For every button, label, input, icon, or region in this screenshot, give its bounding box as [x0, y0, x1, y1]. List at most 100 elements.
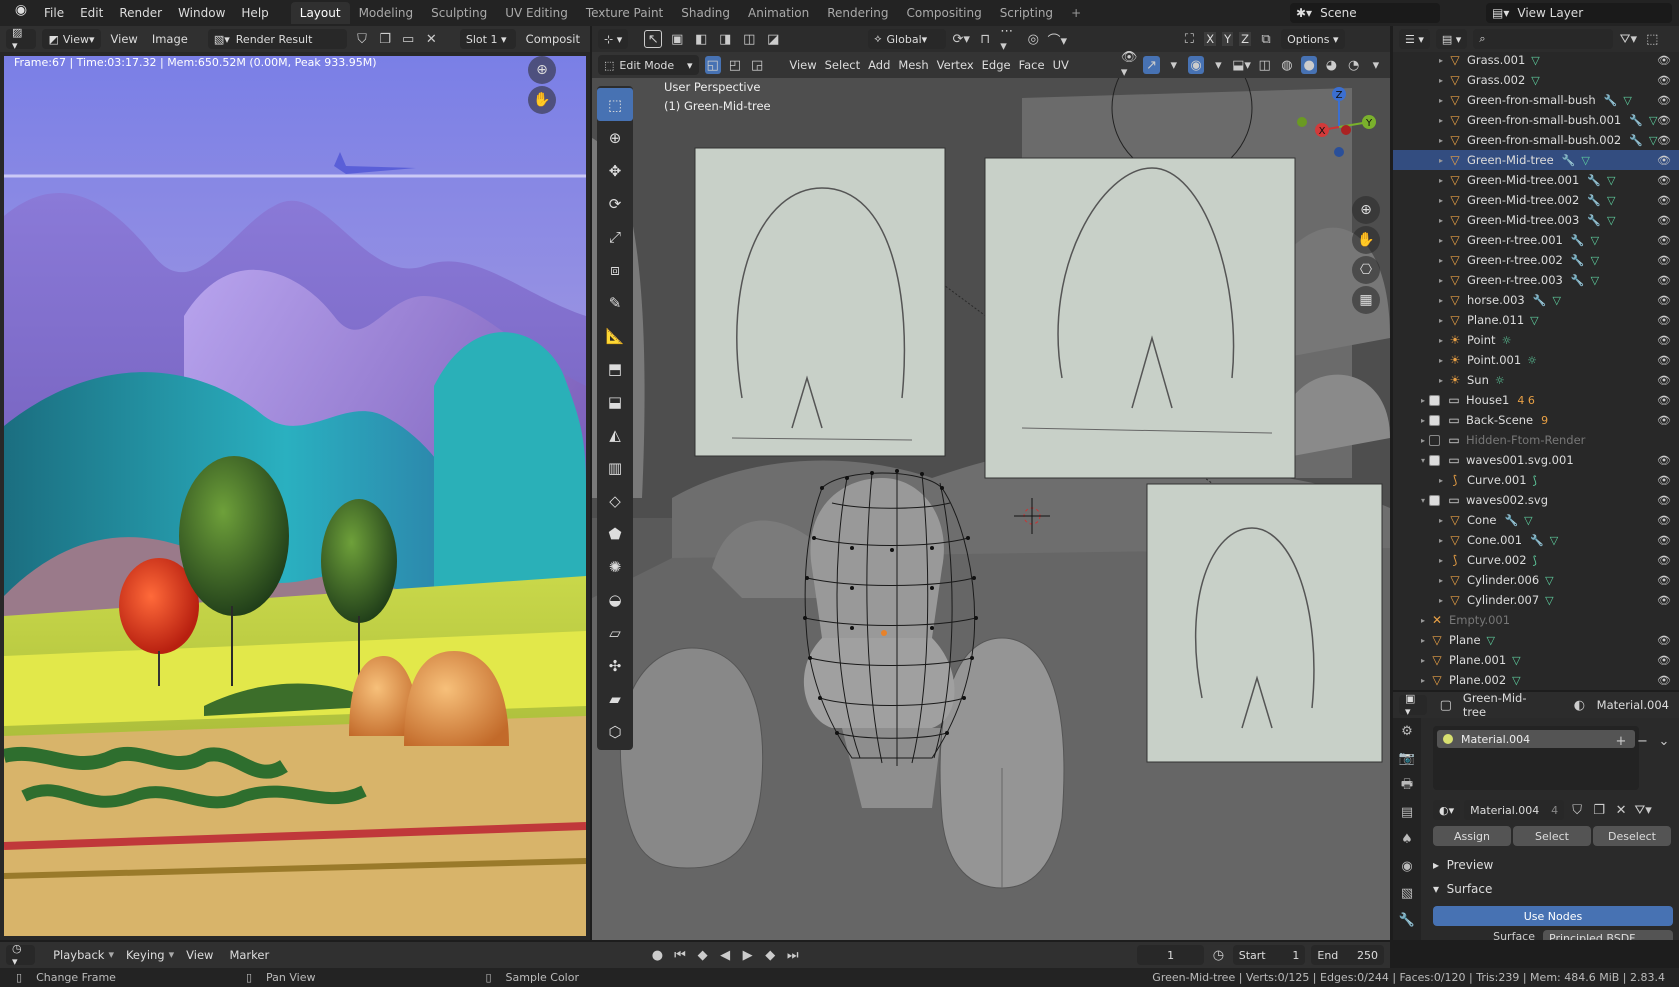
surface-shader-field[interactable]: Principled BSDF: [1543, 930, 1673, 940]
outliner-row[interactable]: ▸ ⟆ Curve.002 ⟆ 👁: [1393, 550, 1679, 570]
expand-arrow-icon[interactable]: ▸: [1435, 536, 1447, 545]
menu-render[interactable]: Render: [111, 6, 170, 20]
expand-arrow-icon[interactable]: ▸: [1417, 636, 1429, 645]
expand-arrow-icon[interactable]: ▸: [1435, 556, 1447, 565]
menu-file[interactable]: File: [36, 6, 72, 20]
expand-arrow-icon[interactable]: ▸: [1435, 76, 1447, 85]
vertex-select-mode-icon[interactable]: ◱: [704, 56, 721, 74]
blender-logo-icon[interactable]: ◉: [10, 2, 32, 24]
object-data-icon[interactable]: ☼: [1502, 334, 1512, 347]
expand-arrow-icon[interactable]: ▸: [1435, 96, 1447, 105]
overlay-icon[interactable]: ◉: [1187, 56, 1205, 74]
smooth-tool-icon[interactable]: ◒: [597, 583, 633, 616]
transform-tool-icon[interactable]: ⧈: [597, 253, 633, 286]
options-dropdown[interactable]: Options ▾: [1281, 29, 1345, 49]
close-image-icon[interactable]: ✕: [423, 30, 440, 48]
move-tool-icon[interactable]: ✥: [597, 154, 633, 187]
modifier-icon[interactable]: 🔧: [1562, 154, 1576, 167]
visibility-eye-icon[interactable]: 👁: [1657, 394, 1671, 407]
render-tab-icon[interactable]: 📷: [1393, 745, 1421, 772]
collection-exclude-checkbox[interactable]: [1429, 494, 1440, 506]
gizmo-icon[interactable]: ↗: [1143, 56, 1160, 74]
expand-arrow-icon[interactable]: ▸: [1435, 56, 1447, 65]
visibility-eye-icon[interactable]: 👁: [1657, 474, 1671, 487]
expand-arrow-icon[interactable]: ▸: [1417, 436, 1429, 445]
proportional-edit-icon[interactable]: ◎: [1024, 30, 1042, 48]
menu-help[interactable]: Help: [233, 6, 276, 20]
jump-keyframe-back-icon[interactable]: ◆: [694, 946, 711, 964]
3d-viewport[interactable]: ⊹ ▾ ↖ ▣ ◧ ◨ ◫ ◪ ⟡ Global ▾ ⟳▾ ⊓ ⋯▾ ◎ ⌒▾ …: [592, 26, 1390, 940]
visibility-eye-icon[interactable]: 👁: [1657, 314, 1671, 327]
collection-exclude-checkbox[interactable]: [1429, 434, 1440, 446]
menu-window[interactable]: Window: [170, 6, 233, 20]
snap-icon[interactable]: ⊓: [976, 30, 994, 48]
viewport-menu-face[interactable]: Face: [1015, 58, 1049, 72]
wireframe-shading-icon[interactable]: ◍: [1279, 56, 1295, 74]
viewport-menu-view[interactable]: View: [785, 58, 820, 72]
outliner-row[interactable]: ▸ ▽ Green-fron-small-bush.002 🔧 ▽ 👁: [1393, 130, 1679, 150]
visibility-eye-icon[interactable]: 👁: [1657, 594, 1671, 607]
visibility-eye-icon[interactable]: 👁: [1657, 534, 1671, 547]
open-image-icon[interactable]: ▭: [400, 30, 417, 48]
mirror-y-toggle[interactable]: Y: [1222, 32, 1234, 46]
image-editor-menu-view[interactable]: View: [107, 32, 142, 46]
play-icon[interactable]: ▶: [739, 946, 756, 964]
outliner-row[interactable]: ▸ ▽ Green-Mid-tree.003 🔧 ▽ 👁: [1393, 210, 1679, 230]
measure-tool-icon[interactable]: 📐: [597, 319, 633, 352]
mirror-x-toggle[interactable]: X: [1204, 32, 1217, 46]
bevel-tool-icon[interactable]: ◭: [597, 418, 633, 451]
world-tab-icon[interactable]: ◉: [1393, 853, 1421, 880]
mirror-z-toggle[interactable]: Z: [1239, 32, 1252, 46]
zoom-viewport-icon[interactable]: ⊕: [1352, 196, 1380, 224]
outliner-row[interactable]: ▸ ▽ Green-fron-small-bush 🔧 ▽ 👁: [1393, 90, 1679, 110]
object-data-icon[interactable]: ☼: [1527, 354, 1537, 367]
visibility-eye-icon[interactable]: 👁: [1657, 654, 1671, 667]
outliner-search-field[interactable]: ⌕: [1473, 29, 1614, 49]
shrink-fatten-tool-icon[interactable]: ✣: [597, 649, 633, 682]
visibility-icon[interactable]: 👁▾: [1121, 50, 1138, 80]
viewport-menu-vertex[interactable]: Vertex: [933, 58, 978, 72]
modifier-icon[interactable]: 🔧: [1604, 94, 1618, 107]
properties-editor-type-button[interactable]: ▣ ▾: [1399, 692, 1427, 718]
modifier-tab-icon[interactable]: 🔧: [1393, 907, 1421, 934]
visibility-eye-icon[interactable]: 👁: [1657, 134, 1671, 147]
expand-arrow-icon[interactable]: ▸: [1435, 276, 1447, 285]
select-tool-icon[interactable]: ↖: [644, 30, 663, 48]
link-data-icon[interactable]: ⛛▾: [1634, 801, 1652, 819]
modifier-icon[interactable]: 🔧: [1571, 234, 1585, 247]
tab-compositing[interactable]: Compositing: [897, 2, 990, 24]
current-frame-field[interactable]: 1: [1137, 945, 1205, 965]
surface-panel[interactable]: ▾ Surface: [1433, 882, 1492, 896]
view-layer-selector[interactable]: ▤▾ View Layer: [1486, 3, 1672, 23]
outliner-row[interactable]: ▸ ▽ Cylinder.006 ▽ 👁: [1393, 570, 1679, 590]
material-browse-icon[interactable]: ◐▾: [1433, 800, 1461, 820]
cursor-tool-icon[interactable]: ⊕: [597, 121, 633, 154]
viewport-menu-add[interactable]: Add: [864, 58, 894, 72]
falloff-icon[interactable]: ⌒▾: [1047, 30, 1067, 49]
expand-arrow-icon[interactable]: ▾: [1417, 496, 1429, 505]
select-extend-icon[interactable]: ◧: [692, 30, 710, 48]
snap-target-icon[interactable]: ⋯▾: [1000, 26, 1018, 54]
outliner-row[interactable]: ▸ ▽ Plane.011 ▽ 👁: [1393, 310, 1679, 330]
poly-build-tool-icon[interactable]: ⬟: [597, 517, 633, 550]
expand-arrow-icon[interactable]: ▸: [1435, 476, 1447, 485]
outliner-row[interactable]: ▸ ▽ Cylinder.007 ▽ 👁: [1393, 590, 1679, 610]
extrude-tool-icon[interactable]: ⬒: [597, 352, 633, 385]
material-shading-icon[interactable]: ◕: [1323, 56, 1339, 74]
outliner-row[interactable]: ▸ ▭ Back-Scene 9 👁: [1393, 410, 1679, 430]
ortho-toggle-icon[interactable]: ▦: [1352, 286, 1380, 314]
outliner-row[interactable]: ▸ ▽ Green-r-tree.001 🔧 ▽ 👁: [1393, 230, 1679, 250]
new-image-icon[interactable]: ❐: [377, 30, 394, 48]
start-frame-field[interactable]: Start 1: [1232, 945, 1306, 965]
tab-layout[interactable]: Layout: [290, 2, 350, 24]
modifier-icon[interactable]: 🔧: [1587, 174, 1601, 187]
expand-arrow-icon[interactable]: ▸: [1417, 396, 1429, 405]
render-result-image[interactable]: [4, 56, 586, 936]
composite-label[interactable]: Composit: [522, 32, 584, 46]
visibility-eye-icon[interactable]: 👁: [1657, 574, 1671, 587]
timeline-menu-marker[interactable]: Marker: [225, 948, 273, 962]
object-data-icon[interactable]: ▽: [1487, 634, 1495, 647]
visibility-eye-icon[interactable]: 👁: [1657, 254, 1671, 267]
face-select-mode-icon[interactable]: ◲: [749, 56, 765, 74]
output-tab-icon[interactable]: 🖶: [1393, 772, 1421, 799]
